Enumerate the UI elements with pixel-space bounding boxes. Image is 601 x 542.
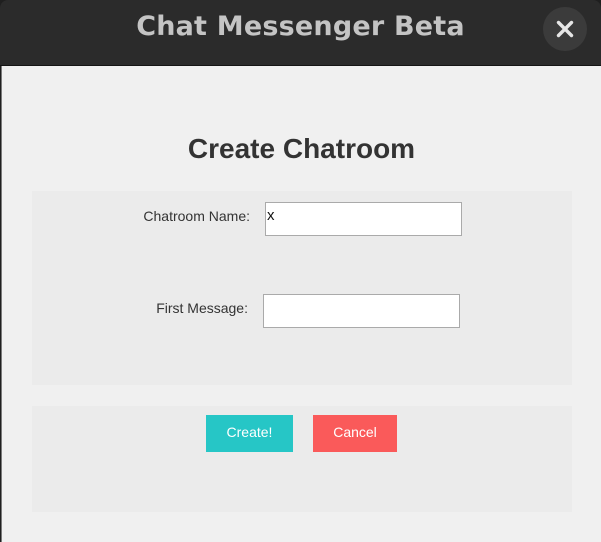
dialog-content: Create Chatroom Chatroom Name: x First M…: [1, 66, 601, 542]
chatroom-name-label: Chatroom Name:: [143, 208, 250, 224]
chatroom-name-input[interactable]: x: [265, 202, 462, 236]
button-panel: Create! Cancel: [32, 406, 572, 512]
cancel-button[interactable]: Cancel: [313, 415, 397, 452]
title-bar: Chat Messenger Beta: [0, 0, 601, 66]
create-button[interactable]: Create!: [206, 415, 293, 452]
first-message-label: First Message:: [156, 300, 248, 316]
close-icon: [556, 20, 574, 38]
window-title: Chat Messenger Beta: [136, 11, 465, 42]
first-message-input[interactable]: [263, 294, 460, 328]
app-window: Chat Messenger Beta Create Chatroom Chat…: [0, 0, 601, 542]
form-panel: Chatroom Name: x First Message:: [32, 191, 572, 385]
page-title: Create Chatroom: [187, 133, 416, 164]
close-button[interactable]: [543, 7, 587, 51]
